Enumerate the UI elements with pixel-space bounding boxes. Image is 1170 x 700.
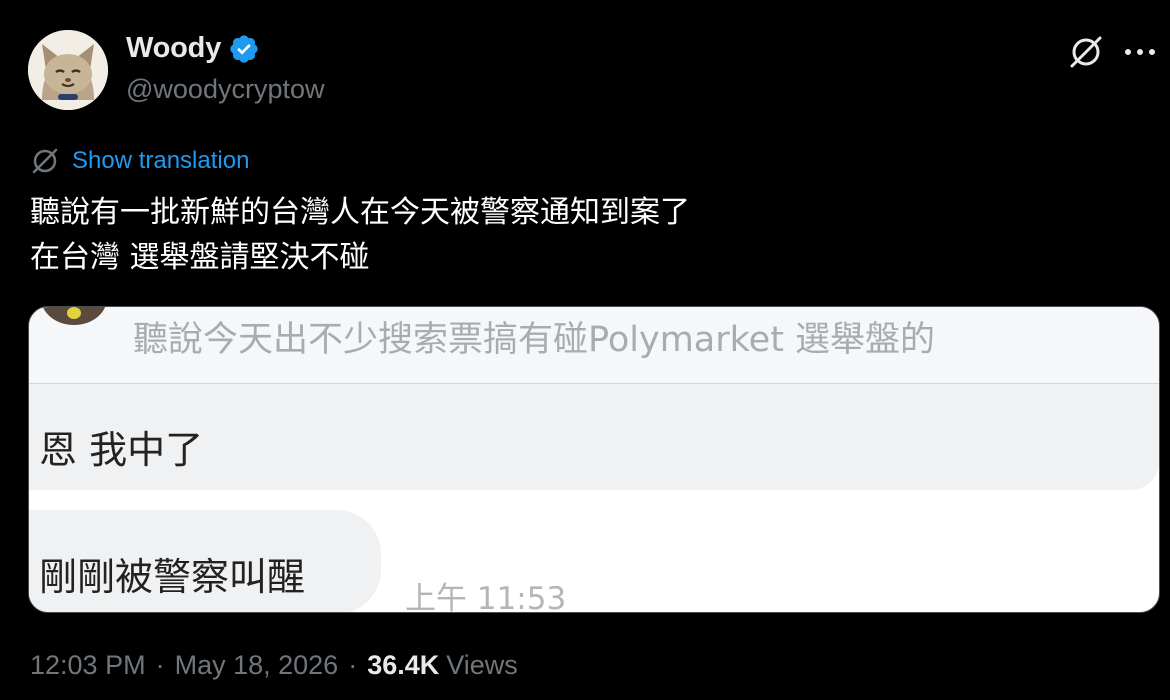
more-icon[interactable]: [1120, 32, 1160, 72]
cat-avatar-icon: [28, 30, 108, 110]
tweet-line-2: 在台灣 選舉盤請堅決不碰: [30, 240, 370, 275]
attached-image[interactable]: 聽說今天出不少搜索票搞有碰Polymarket 選舉盤的 恩 我中了 剛剛被警察…: [28, 306, 1160, 613]
translate-icon: [32, 148, 58, 174]
author-name[interactable]: Woody: [126, 32, 221, 65]
post-time[interactable]: 12:03 PM: [30, 650, 146, 681]
tweet-line-1: 聽說有一批新鮮的台灣人在今天被警察通知到案了: [30, 195, 690, 230]
tweet-meta: 12:03 PM · May 18, 2026 · 36.4K Views: [30, 650, 518, 681]
author-name-row: Woody: [126, 32, 260, 65]
chat-quoted-message: 聽說今天出不少搜索票搞有碰Polymarket 選舉盤的: [133, 320, 936, 360]
show-translation-link[interactable]: Show translation: [72, 147, 249, 175]
tweet-text: 聽說有一批新鮮的台灣人在今天被警察通知到案了 在台灣 選舉盤請堅決不碰: [30, 190, 690, 280]
views-label: Views: [446, 650, 518, 680]
meta-separator: ·: [348, 650, 358, 680]
author-handle[interactable]: @woodycryptow: [126, 74, 324, 105]
translate-row: Show translation: [30, 146, 249, 176]
verified-badge-icon[interactable]: [228, 33, 260, 65]
views-count[interactable]: 36.4K: [367, 650, 439, 681]
chat-message-1: 恩 我中了: [39, 428, 204, 472]
avatar[interactable]: [28, 30, 108, 110]
chat-timestamp: 上午 11:53: [405, 581, 567, 613]
meta-separator: ·: [155, 650, 165, 680]
grok-icon[interactable]: [1066, 32, 1106, 72]
post-date[interactable]: May 18, 2026: [175, 650, 339, 681]
chat-message-2: 剛剛被警察叫醒: [39, 555, 306, 599]
